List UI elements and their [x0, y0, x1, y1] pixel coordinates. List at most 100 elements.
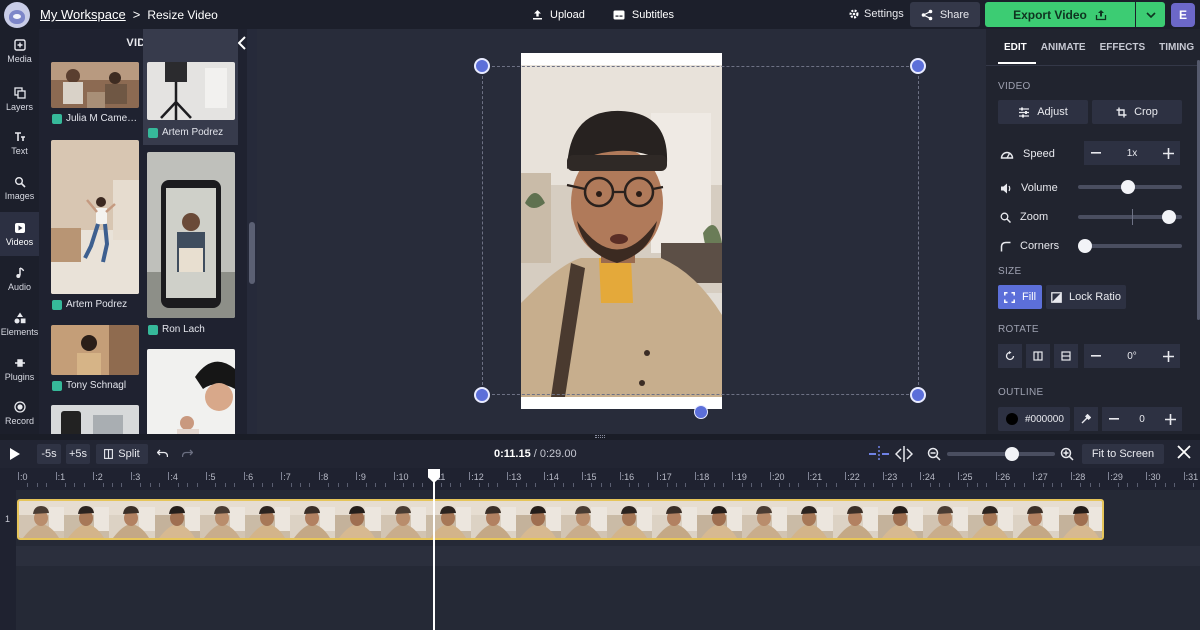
rotate-value[interactable]: 0° [1108, 344, 1156, 368]
ruler-tick [882, 472, 884, 480]
outline-increase-button[interactable] [1158, 407, 1182, 431]
clip-thumbnail[interactable] [51, 325, 139, 375]
timeline-zoom-track[interactable] [947, 452, 1055, 456]
corners-slider-knob[interactable] [1078, 239, 1092, 253]
flip-horizontal-button[interactable] [1026, 344, 1050, 368]
corners-slider-track[interactable] [1078, 244, 1182, 248]
play-icon[interactable] [10, 448, 20, 460]
lock-ratio-button[interactable]: Lock Ratio [1046, 285, 1126, 309]
user-avatar[interactable]: E [1171, 3, 1195, 27]
timeline-ruler[interactable]: :0:1:2:3:4:5:6:7:8:9:10:11:12:13:14:15:1… [0, 468, 1200, 490]
clip-thumbnail[interactable] [147, 349, 235, 434]
nav-audio[interactable]: Audio [0, 257, 39, 301]
nav-plugins[interactable]: Plugins [0, 347, 39, 391]
adjust-button[interactable]: Adjust [998, 100, 1088, 124]
eyedropper-button[interactable] [1074, 407, 1098, 431]
rotate-increase-button[interactable] [1156, 344, 1180, 368]
ruler-minor-tick [300, 483, 301, 487]
clip-name: Julia M Came… [66, 113, 138, 124]
nav-images[interactable]: Images [0, 166, 39, 210]
zoom-slider-knob[interactable] [1161, 210, 1176, 224]
clip-thumbnail[interactable] [147, 62, 235, 120]
upload-button[interactable]: Upload [532, 9, 585, 21]
ruler-tick-label: :20 [772, 472, 785, 482]
ruler-minor-tick [1042, 483, 1044, 487]
zoom-out-icon[interactable] [927, 447, 941, 461]
subtitles-button[interactable]: Subtitles [613, 9, 674, 21]
properties-panel: EDIT ANIMATE EFFECTS TIMING VIDEO Adjust… [986, 29, 1200, 434]
crop-button[interactable]: Crop [1092, 100, 1182, 124]
snap-icon[interactable] [868, 446, 890, 462]
clip-label: Ron Lach [148, 324, 234, 335]
ruler-minor-tick [525, 483, 527, 487]
active-tab-indicator [998, 62, 1036, 64]
volume-slider-knob[interactable] [1121, 180, 1136, 194]
clip-thumbnail[interactable] [51, 62, 139, 108]
rotate-handle-icon[interactable] [694, 405, 708, 419]
timeline-zoom-knob[interactable] [1005, 447, 1020, 461]
library-scrollbar-thumb[interactable] [249, 222, 255, 284]
drag-handle-icon[interactable] [595, 435, 605, 438]
app-logo-icon[interactable] [4, 1, 30, 28]
export-label: Export Video [1013, 7, 1087, 22]
speed-increase-button[interactable] [1156, 141, 1180, 165]
tab-animate[interactable]: ANIMATE [1041, 42, 1086, 53]
resize-handle-bottom-right[interactable] [910, 387, 926, 403]
undo-icon[interactable] [157, 449, 168, 458]
ruler-tick [506, 472, 508, 480]
flip-vertical-button[interactable] [1054, 344, 1078, 368]
zoom-in-icon[interactable] [1060, 447, 1074, 461]
split-screen-icon[interactable] [895, 446, 913, 462]
timeline-video-clip[interactable] [17, 499, 1104, 540]
clip-thumbnail[interactable] [51, 140, 139, 294]
rotate-decrease-button[interactable] [1084, 344, 1108, 368]
nav-label: Text [11, 145, 28, 156]
ruler-minor-tick [1117, 483, 1119, 487]
tab-effects[interactable]: EFFECTS [1100, 42, 1146, 53]
nav-elements[interactable]: Elements [0, 302, 39, 346]
ruler-minor-tick [760, 483, 762, 487]
plus-icon [1162, 350, 1174, 362]
fit-to-screen-button[interactable]: Fit to Screen [1082, 444, 1164, 464]
selection-bounding-box[interactable] [482, 66, 919, 395]
speed-value[interactable]: 1x [1108, 141, 1156, 165]
outline-width-value[interactable]: 0 [1126, 407, 1158, 431]
nav-layers[interactable]: Layers [0, 77, 39, 121]
resize-handle-top-left[interactable] [474, 58, 490, 74]
nav-media[interactable]: Media [0, 29, 39, 73]
redo-icon[interactable] [182, 449, 193, 458]
subtitles-label: Subtitles [631, 8, 675, 21]
resize-handle-bottom-left[interactable] [474, 387, 490, 403]
skip-forward-button[interactable]: +5s [66, 444, 90, 464]
close-icon[interactable] [1177, 445, 1191, 459]
clip-frame [968, 501, 1016, 538]
ruler-minor-tick [224, 483, 226, 487]
fill-button[interactable]: Fill [998, 285, 1042, 309]
export-video-button[interactable]: Export Video [985, 2, 1135, 27]
breadcrumb-workspace[interactable]: My Workspace [40, 7, 126, 22]
nav-label: Audio [7, 281, 32, 292]
rotate-button[interactable] [998, 344, 1022, 368]
tab-timing[interactable]: TIMING [1159, 42, 1194, 53]
ruler-minor-tick [422, 483, 424, 487]
ruler-tick [18, 472, 19, 480]
nav-text[interactable]: Text [0, 121, 39, 165]
tab-edit[interactable]: EDIT [1004, 42, 1027, 53]
split-button[interactable]: Split [96, 444, 148, 464]
empty-track-row[interactable] [16, 546, 1200, 566]
skip-back-button[interactable]: -5s [37, 444, 61, 464]
outline-decrease-button[interactable] [1102, 407, 1126, 431]
clip-thumbnail[interactable] [51, 405, 139, 434]
ruler-minor-tick [976, 483, 978, 487]
nav-videos[interactable]: Videos [0, 212, 39, 256]
outline-color-picker[interactable]: #000000 [998, 407, 1070, 431]
speed-decrease-button[interactable] [1084, 141, 1108, 165]
nav-record[interactable]: Record [0, 391, 39, 435]
clip-frame [471, 501, 518, 538]
clip-thumbnail[interactable] [147, 152, 235, 318]
resize-handle-top-right[interactable] [910, 58, 926, 74]
settings-button[interactable]: Settings [849, 8, 904, 20]
export-options-button[interactable] [1136, 2, 1165, 27]
clip-frame [651, 501, 699, 538]
share-button[interactable]: Share [910, 2, 980, 27]
